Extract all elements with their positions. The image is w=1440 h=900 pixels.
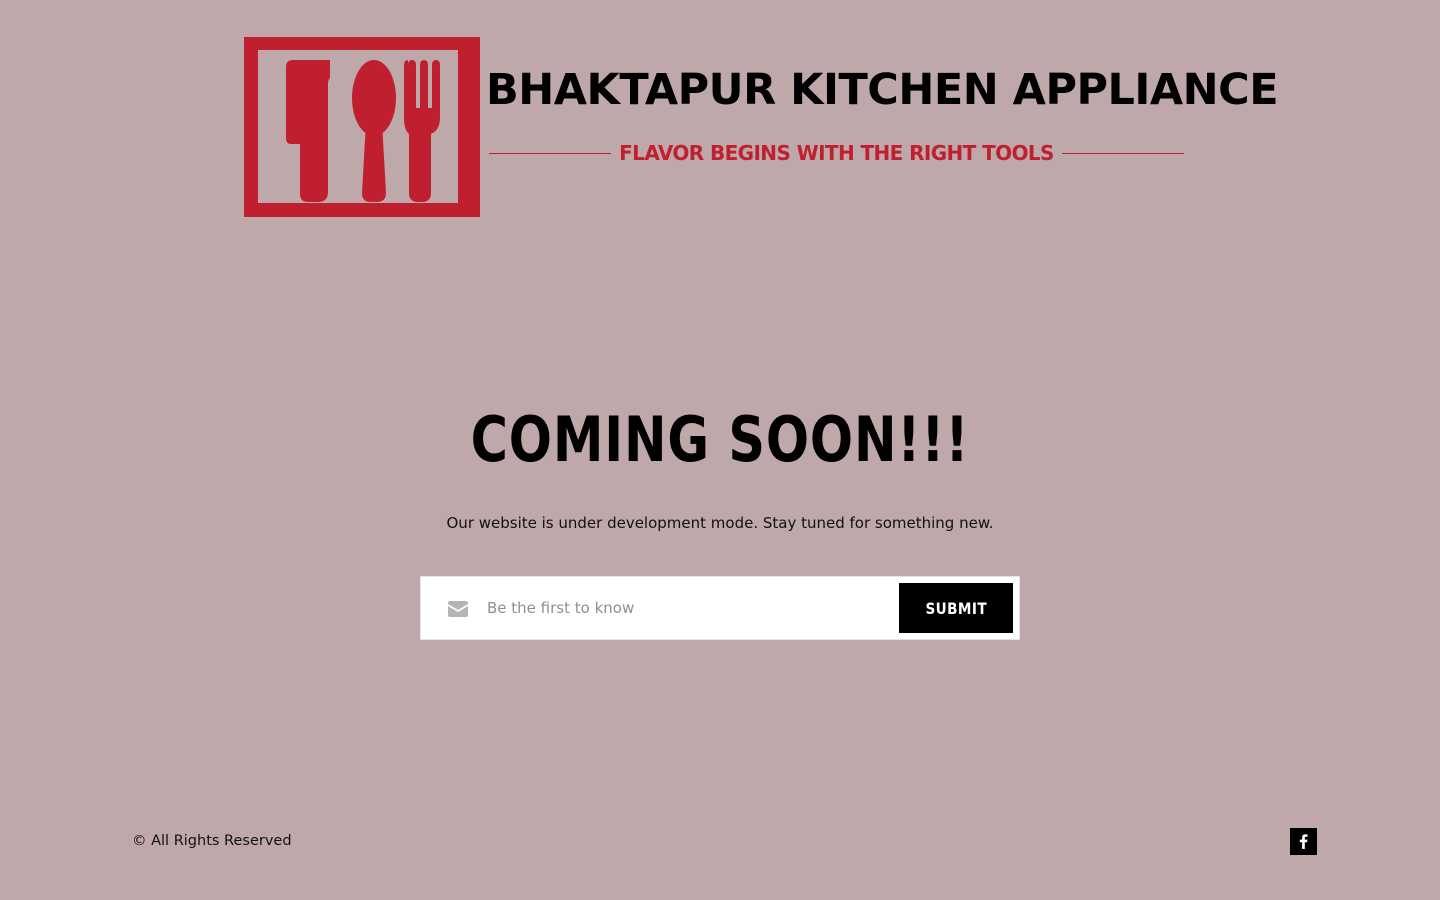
email-input[interactable] — [481, 589, 903, 627]
facebook-link[interactable] — [1290, 828, 1317, 855]
envelope-icon — [448, 601, 468, 622]
knife-shape — [286, 60, 330, 202]
knife-blade-notch — [330, 62, 338, 72]
subscribe-form: SUBMIT — [420, 576, 1020, 640]
facebook-icon — [1299, 834, 1308, 849]
knife-spoon-fork-icon — [286, 60, 440, 202]
tagline-divider-left — [489, 152, 612, 154]
spoon-handle — [362, 122, 386, 202]
brand-tagline: FLAVOR BEGINS WITH THE RIGHT TOOLS — [619, 141, 1054, 165]
copyright-text: © All Rights Reserved — [132, 833, 292, 849]
submit-button-label: SUBMIT — [925, 598, 987, 618]
site-logo: BHAKTAPUR KITCHEN APPLIANCE FLAVOR BEGIN… — [244, 37, 1279, 217]
submit-button[interactable]: SUBMIT — [899, 583, 1013, 633]
coming-soon-heading: COMING SOON!!! — [470, 403, 970, 476]
fork-shape — [404, 60, 440, 202]
tagline-divider-right — [1061, 152, 1184, 154]
development-notice: Our website is under development mode. S… — [446, 514, 994, 532]
logo-emblem — [244, 37, 480, 217]
brand-name: BHAKTAPUR KITCHEN APPLIANCE — [486, 65, 1279, 115]
tagline-row: FLAVOR BEGINS WITH THE RIGHT TOOLS — [489, 138, 1184, 168]
